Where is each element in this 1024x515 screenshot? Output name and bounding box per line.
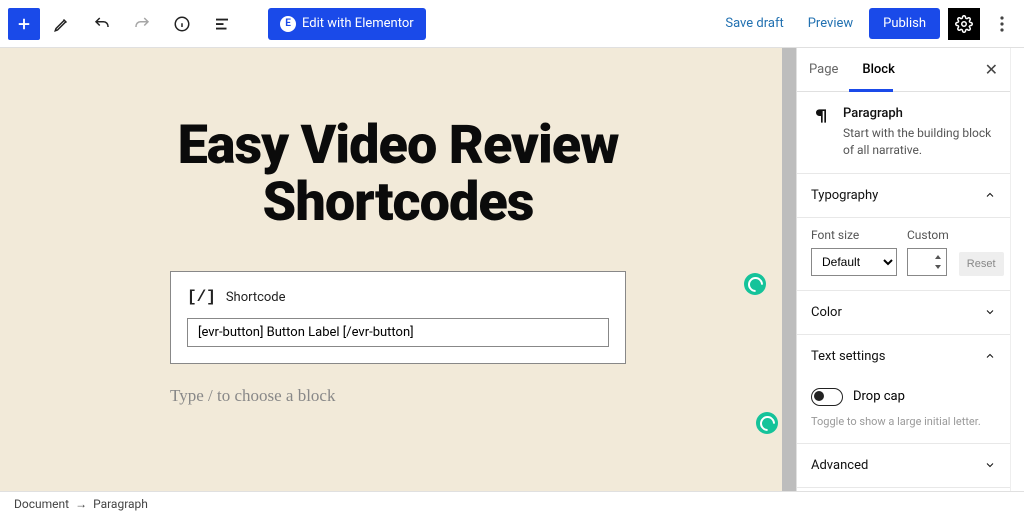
shortcode-header: [/] Shortcode	[187, 288, 609, 306]
tab-block[interactable]: Block	[850, 48, 906, 91]
window-scrollbar[interactable]	[1010, 48, 1024, 491]
shortcode-block[interactable]: [/] Shortcode	[170, 271, 626, 364]
preview-button[interactable]: Preview	[800, 8, 861, 39]
sidebar-tabs: Page Block ✕	[797, 48, 1010, 92]
main-area: Easy Video Review Shortcodes [/] Shortco…	[0, 48, 1024, 491]
breadcrumb-separator: →	[75, 497, 87, 511]
shortcode-input[interactable]	[187, 318, 609, 347]
breadcrumb-document[interactable]: Document	[14, 497, 69, 511]
outline-button[interactable]	[204, 6, 240, 42]
breadcrumb-paragraph[interactable]: Paragraph	[93, 497, 148, 511]
save-draft-button[interactable]: Save draft	[717, 8, 791, 39]
add-block-button[interactable]	[8, 8, 40, 40]
grammarly-icon[interactable]	[756, 412, 778, 434]
shortcode-label: Shortcode	[226, 290, 286, 305]
drop-cap-label: Drop cap	[853, 389, 905, 404]
toolbar-right: Save draft Preview Publish	[717, 6, 1016, 42]
toolbar-left: E Edit with Elementor	[8, 6, 426, 42]
edit-pencil-button[interactable]	[44, 6, 80, 42]
post-title[interactable]: Easy Video Review Shortcodes	[60, 118, 736, 231]
grammarly-icon[interactable]	[744, 273, 766, 295]
font-size-label: Font size	[811, 228, 897, 242]
custom-size-input[interactable]	[907, 248, 947, 276]
drop-cap-hint: Toggle to show a large initial letter.	[811, 414, 996, 429]
text-settings-panel-body: Drop cap Toggle to show a large initial …	[797, 378, 1010, 444]
breadcrumb-footer: Document → Paragraph	[0, 491, 1024, 515]
top-toolbar: E Edit with Elementor Save draft Preview…	[0, 0, 1024, 48]
block-type-name: Paragraph	[843, 106, 996, 121]
advanced-heading: Advanced	[811, 458, 868, 473]
new-block-placeholder[interactable]: Type / to choose a block	[170, 382, 626, 410]
block-type-description: Start with the building block of all nar…	[843, 125, 996, 159]
info-button[interactable]	[164, 6, 200, 42]
paragraph-icon	[811, 106, 831, 159]
chevron-up-icon	[984, 350, 996, 362]
text-settings-heading: Text settings	[811, 349, 885, 364]
color-heading: Color	[811, 305, 842, 320]
redo-button[interactable]	[124, 6, 160, 42]
canvas-scrollbar[interactable]	[782, 48, 796, 491]
settings-sidebar: Page Block ✕ Paragraph Start with the bu…	[796, 48, 1010, 491]
chevron-up-icon	[984, 189, 996, 201]
publish-button[interactable]: Publish	[869, 8, 940, 39]
undo-button[interactable]	[84, 6, 120, 42]
reset-font-size-button: Reset	[959, 252, 1004, 276]
active-tab-indicator	[849, 89, 893, 92]
more-options-button[interactable]	[988, 6, 1016, 42]
typography-heading: Typography	[811, 188, 878, 203]
typography-panel-toggle[interactable]: Typography	[797, 174, 1010, 218]
chevron-down-icon	[984, 306, 996, 318]
typography-panel-body: Font size Default Custom Reset	[797, 218, 1010, 291]
custom-size-label: Custom	[907, 228, 949, 242]
text-settings-panel-toggle[interactable]: Text settings	[797, 335, 1010, 378]
shortcode-icon: [/]	[187, 288, 216, 306]
settings-button[interactable]	[948, 8, 980, 40]
block-info-section: Paragraph Start with the building block …	[797, 92, 1010, 174]
chevron-down-icon	[984, 459, 996, 471]
drop-cap-toggle[interactable]	[811, 388, 843, 406]
edit-with-elementor-button[interactable]: E Edit with Elementor	[268, 8, 426, 40]
close-sidebar-button[interactable]: ✕	[973, 48, 1010, 91]
font-size-select[interactable]: Default	[811, 248, 897, 276]
editor-canvas: Easy Video Review Shortcodes [/] Shortco…	[0, 48, 796, 491]
advanced-panel-toggle[interactable]: Advanced	[797, 444, 1010, 488]
post-content: Easy Video Review Shortcodes [/] Shortco…	[0, 48, 796, 430]
tab-page[interactable]: Page	[797, 48, 850, 91]
color-panel-toggle[interactable]: Color	[797, 291, 1010, 335]
edit-elementor-label: Edit with Elementor	[302, 16, 414, 31]
elementor-icon: E	[280, 16, 296, 32]
